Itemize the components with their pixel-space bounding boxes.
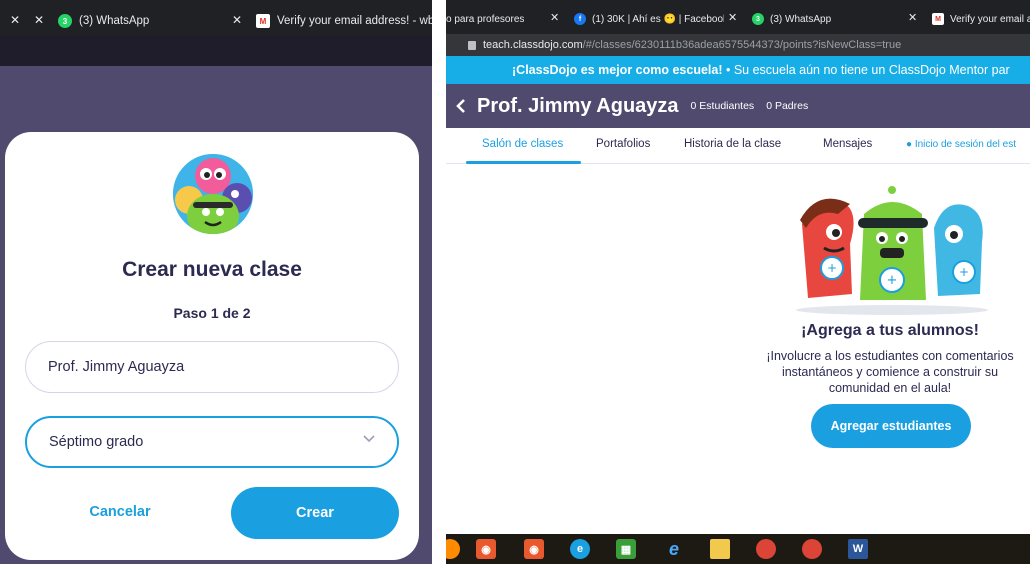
- class-header: Prof. Jimmy Aguayza 0 Estudiantes 0 Padr…: [446, 84, 1030, 128]
- tab-gmail[interactable]: M Verify your email address! - wbe: [256, 6, 432, 36]
- cancel-button[interactable]: Cancelar: [55, 487, 185, 537]
- parents-count[interactable]: 0 Padres: [766, 100, 808, 112]
- tab-historia[interactable]: Historia de la clase: [684, 138, 781, 150]
- screenshot-root: ✕ ✕ 3 (3) WhatsApp ✕ M Verify your email…: [0, 0, 1030, 564]
- tab-title: (3) WhatsApp: [770, 13, 832, 25]
- empty-state-title: ¡Agrega a tus alumnos!: [801, 322, 979, 339]
- whatsapp-icon: 3: [58, 14, 72, 28]
- tab-portafolios[interactable]: Portafolios: [596, 138, 650, 150]
- tab-close-icon[interactable]: ✕: [728, 11, 737, 24]
- tab-whatsapp[interactable]: 3 (3) WhatsApp: [752, 10, 892, 28]
- divider: [432, 0, 446, 564]
- facebook-icon: f: [574, 13, 586, 25]
- class-avatar-image: [173, 154, 253, 234]
- page-header-band: [0, 66, 432, 124]
- url-domain: teach.classdojo.com: [483, 39, 583, 51]
- promo-banner[interactable]: ¡ClassDojo es mejor como escuela! • Su e…: [446, 56, 1030, 84]
- create-button[interactable]: Crear: [231, 487, 399, 539]
- grade-select[interactable]: Séptimo grado: [25, 416, 399, 468]
- windows-taskbar: ◉ ◉ e ▦ e W: [446, 534, 1030, 564]
- tab-facebook[interactable]: f (1) 30K | Ahí es 😶 | Facebook: [574, 10, 724, 28]
- address-bar[interactable]: teach.classdojo.com/#/classes/6230111b36…: [446, 34, 1030, 56]
- students-icon: ●: [906, 139, 913, 150]
- whatsapp-icon: 3: [752, 13, 764, 25]
- tab-gmail[interactable]: M Verify your email add: [932, 10, 1030, 28]
- class-nav: Salón de clases Portafolios Historia de …: [446, 128, 1030, 164]
- tab-whatsapp[interactable]: 3 (3) WhatsApp: [58, 6, 218, 36]
- student-login-link[interactable]: ● Inicio de sesión del est: [906, 139, 1016, 150]
- tab-title: (1) 30K | Ahí es 😶 | Facebook: [592, 13, 724, 25]
- student-login-label: Inicio de sesión del est: [914, 139, 1016, 150]
- tab-title: (3) WhatsApp: [79, 15, 150, 27]
- students-count[interactable]: 0 Estudiantes: [691, 100, 755, 112]
- right-tab-bar: o para profesores ✕ f (1) 30K | Ahí es 😶…: [446, 0, 1030, 34]
- tab-close-icon[interactable]: ✕: [232, 13, 242, 27]
- add-students-button[interactable]: Agregar estudiantes: [811, 404, 971, 448]
- internet-explorer-icon[interactable]: e: [664, 539, 684, 559]
- gmail-icon: M: [932, 13, 944, 25]
- tab-close-icon[interactable]: ✕: [10, 13, 20, 27]
- back-arrow-icon[interactable]: [455, 99, 467, 113]
- empty-state-description: ¡Involucre a los estudiantes con comenta…: [766, 349, 1014, 395]
- tab-close-icon[interactable]: ✕: [34, 13, 44, 27]
- grade-value: Séptimo grado: [49, 434, 144, 450]
- edge-icon[interactable]: e: [570, 539, 590, 559]
- file-explorer-icon[interactable]: [710, 539, 730, 559]
- monsters-illustration: + + +: [796, 186, 988, 315]
- lock-icon: [468, 40, 476, 50]
- create-class-modal: Crear nueva clase Paso 1 de 2 Prof. Jimm…: [5, 132, 419, 560]
- tab-title: Verify your email add: [950, 13, 1030, 25]
- browser-toolbar: [0, 36, 432, 66]
- svg-text:+: +: [827, 261, 837, 275]
- banner-text: • Su escuela aún no tiene un ClassDojo M…: [725, 63, 1010, 77]
- step-indicator: Paso 1 de 2: [173, 305, 251, 321]
- gmail-icon: M: [256, 14, 270, 28]
- active-tab-underline: [466, 161, 581, 164]
- app-icon[interactable]: [446, 539, 460, 559]
- banner-headline: ¡ClassDojo es mejor como escuela!: [512, 63, 723, 77]
- tab-classdojo[interactable]: o para profesores: [446, 10, 542, 28]
- modal-title: Crear nueva clase: [122, 258, 302, 281]
- tab-salon-de-clases[interactable]: Salón de clases: [482, 138, 563, 150]
- word-icon[interactable]: W: [848, 539, 868, 559]
- left-browser-window: ✕ ✕ 3 (3) WhatsApp ✕ M Verify your email…: [0, 0, 432, 564]
- class-name-title: Prof. Jimmy Aguayza: [477, 94, 679, 117]
- class-name-value: Prof. Jimmy Aguayza: [48, 359, 185, 375]
- tab-title: o para profesores: [446, 13, 525, 25]
- tab-close-icon[interactable]: ✕: [550, 11, 559, 24]
- tab-close-icon[interactable]: ✕: [908, 11, 917, 24]
- left-tab-bar: ✕ ✕ 3 (3) WhatsApp ✕ M Verify your email…: [0, 0, 432, 36]
- right-browser-window: o para profesores ✕ f (1) 30K | Ahí es 😶…: [446, 0, 1030, 564]
- svg-text:+: +: [887, 273, 898, 288]
- store-icon[interactable]: ▦: [616, 539, 636, 559]
- url-path: /#/classes/6230111b36adea6575544373/poin…: [582, 39, 902, 51]
- camera-app-icon[interactable]: ◉: [524, 539, 544, 559]
- tab-title: Verify your email address! - wbe: [277, 15, 432, 27]
- tab-mensajes[interactable]: Mensajes: [823, 138, 872, 150]
- chevron-down-icon: [363, 435, 375, 443]
- chrome-icon[interactable]: [756, 539, 776, 559]
- camera-app-icon[interactable]: ◉: [476, 539, 496, 559]
- svg-text:+: +: [959, 265, 969, 279]
- chrome-icon[interactable]: [802, 539, 822, 559]
- class-name-input[interactable]: Prof. Jimmy Aguayza: [25, 341, 399, 393]
